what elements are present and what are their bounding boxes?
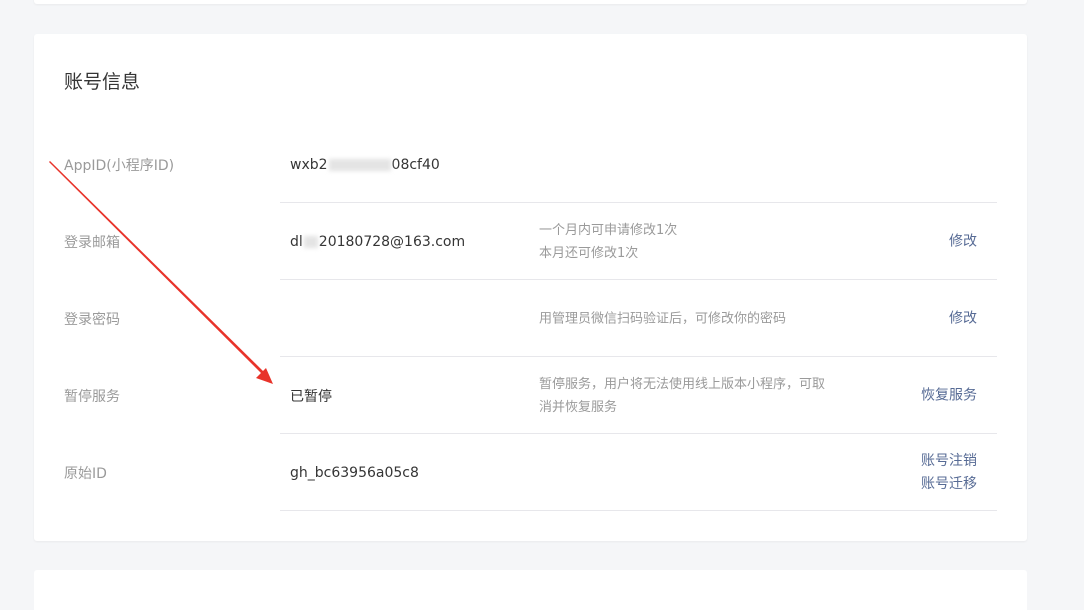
appid-value-prefix: wxb2	[290, 156, 328, 173]
account-migrate-link[interactable]: 账号迁移	[921, 473, 977, 496]
login-email-label: 登录邮箱	[64, 234, 120, 251]
row-appid: AppID(小程序ID) wxb2 08cf40	[34, 126, 1027, 203]
modify-password-link[interactable]: 修改	[949, 307, 977, 330]
pause-service-desc-line: 消并恢复服务	[539, 399, 618, 415]
row-login-email: 登录邮箱 dl 20180728@163.com 一个月内可申请修改1次 本月还可…	[34, 203, 1027, 280]
account-info-card: 账号信息 AppID(小程序ID) wxb2 08cf40 登录邮箱 dl 2018…	[34, 34, 1027, 541]
section-title: 账号信息	[64, 71, 141, 93]
next-card	[34, 570, 1027, 610]
modify-email-link[interactable]: 修改	[949, 230, 977, 253]
row-original-id: 原始ID gh_bc63956a05c8 账号注销 账号迁移	[34, 434, 1027, 511]
pause-service-desc-line: 暂停服务，用户将无法使用线上版本小程序，可取	[539, 376, 826, 392]
pause-service-desc: 暂停服务，用户将无法使用线上版本小程序，可取 消并恢复服务	[539, 373, 869, 419]
login-password-label: 登录密码	[64, 311, 120, 328]
login-email-desc: 一个月内可申请修改1次 本月还可修改1次	[539, 219, 869, 265]
original-id-value: gh_bc63956a05c8	[290, 464, 419, 481]
account-cancel-link[interactable]: 账号注销	[921, 450, 977, 473]
login-email-actions: 修改	[949, 230, 977, 253]
appid-label: AppID(小程序ID)	[64, 157, 175, 174]
row-pause-service: 暂停服务 已暂停 暂停服务，用户将无法使用线上版本小程序，可取 消并恢复服务 恢…	[34, 357, 1027, 434]
login-email-desc-line: 一个月内可申请修改1次	[539, 222, 678, 238]
redaction-blur	[303, 235, 318, 248]
pause-service-label: 暂停服务	[64, 388, 120, 405]
login-password-desc-line: 用管理员微信扫码验证后，可修改你的密码	[539, 311, 787, 326]
login-email-desc-line: 本月还可修改1次	[539, 245, 639, 261]
appid-value: wxb2 08cf40	[290, 157, 440, 173]
row-login-password: 登录密码 用管理员微信扫码验证后，可修改你的密码 修改	[34, 280, 1027, 357]
login-password-desc: 用管理员微信扫码验证后，可修改你的密码	[539, 307, 869, 330]
original-id-label: 原始ID	[64, 465, 107, 482]
login-password-actions: 修改	[949, 307, 977, 330]
pause-service-actions: 恢复服务	[921, 384, 977, 407]
redaction-blur	[328, 158, 391, 171]
row-divider	[280, 510, 997, 511]
pause-service-status: 已暂停	[290, 388, 332, 405]
previous-card	[34, 0, 1027, 4]
login-email-value: dl 20180728@163.com	[290, 234, 465, 250]
login-email-value-prefix: dl	[290, 233, 303, 250]
login-email-value-suffix: 20180728@163.com	[318, 233, 466, 250]
original-id-actions: 账号注销 账号迁移	[921, 450, 977, 496]
appid-value-suffix: 08cf40	[391, 156, 440, 173]
resume-service-link[interactable]: 恢复服务	[921, 384, 977, 407]
